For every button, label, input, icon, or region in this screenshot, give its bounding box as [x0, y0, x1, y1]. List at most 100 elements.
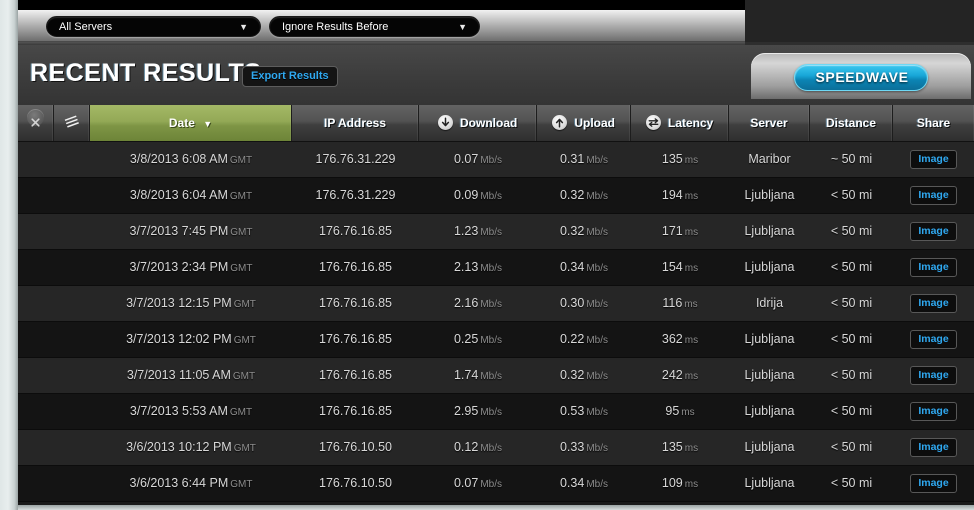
- share-image-button[interactable]: Image: [910, 222, 957, 241]
- page-bottom-edge: [18, 505, 974, 510]
- column-header-download[interactable]: Download: [419, 105, 537, 141]
- cell-download: 0.12 Mb/s: [453, 440, 502, 454]
- cell-download: 1.23 Mb/s: [453, 224, 502, 238]
- cell-distance: < 50 mi: [830, 440, 873, 454]
- row-spacer-left: [18, 178, 54, 213]
- row-spacer-left: [18, 142, 54, 177]
- cell-server: Ljubljana: [744, 440, 795, 454]
- share-image-button[interactable]: Image: [910, 258, 957, 277]
- table-row[interactable]: 3/7/2013 12:15 PM GMT 176.76.16.85 2.16 Mb/s…: [18, 286, 974, 322]
- cell-ip-address: 176.76.16.85: [319, 224, 392, 238]
- attach-results-button[interactable]: [54, 105, 90, 141]
- row-spacer-clip: [54, 394, 90, 429]
- cell-download: 2.95 Mb/s: [453, 404, 502, 418]
- row-spacer-left: [18, 322, 54, 357]
- table-row[interactable]: 3/8/2013 6:08 AM GMT 176.76.31.229 0.07 Mb/s…: [18, 142, 974, 178]
- column-header-upload[interactable]: Upload: [537, 105, 631, 141]
- cell-upload: 0.33 Mb/s: [559, 440, 608, 454]
- share-image-button[interactable]: Image: [910, 366, 957, 385]
- cell-server: Ljubljana: [744, 188, 795, 202]
- row-spacer-clip: [54, 178, 90, 213]
- cell-download: 0.07 Mb/s: [453, 152, 502, 166]
- cell-download: 0.07 Mb/s: [453, 476, 502, 490]
- cell-download: 2.13 Mb/s: [453, 260, 502, 274]
- cell-upload: 0.34 Mb/s: [559, 260, 608, 274]
- top-black-strip: [18, 0, 745, 10]
- cell-server: Ljubljana: [744, 404, 795, 418]
- cell-share: Image: [893, 142, 974, 177]
- cell-share: Image: [893, 430, 974, 465]
- column-header-download-label: Download: [460, 116, 518, 130]
- table-row[interactable]: 3/7/2013 2:34 PM GMT 176.76.16.85 2.13 Mb/s 0…: [18, 250, 974, 286]
- row-spacer-clip: [54, 250, 90, 285]
- table-row[interactable]: 3/6/2013 6:44 PM GMT 176.76.10.50 0.07 Mb/s 0…: [18, 466, 974, 502]
- cell-latency: 194 ms: [661, 188, 699, 202]
- column-header-latency-label: Latency: [667, 116, 714, 130]
- cell-server: Ljubljana: [744, 224, 795, 238]
- table-row[interactable]: 3/6/2013 10:12 PM GMT 176.76.10.50 0.12 Mb/s…: [18, 430, 974, 466]
- cell-date: 3/7/2013 11:05 AM GMT: [126, 368, 256, 382]
- cell-server: Ljubljana: [744, 368, 795, 382]
- latency-exchange-icon: [645, 115, 661, 130]
- cell-distance: < 50 mi: [830, 404, 873, 418]
- cell-share: Image: [893, 250, 974, 285]
- table-row[interactable]: 3/8/2013 6:04 AM GMT 176.76.31.229 0.09 Mb/s…: [18, 178, 974, 214]
- cell-ip-address: 176.76.16.85: [319, 368, 392, 382]
- column-header-share-label: Share: [916, 116, 951, 130]
- column-header-share[interactable]: Share: [893, 105, 974, 141]
- share-image-button[interactable]: Image: [910, 402, 957, 421]
- clear-results-button[interactable]: [18, 105, 54, 141]
- server-filter-dropdown[interactable]: All Servers ▼: [46, 16, 261, 37]
- cell-upload: 0.32 Mb/s: [559, 188, 608, 202]
- table-row[interactable]: 3/7/2013 11:05 AM GMT 176.76.16.85 1.74 Mb/s…: [18, 358, 974, 394]
- share-image-button[interactable]: Image: [910, 186, 957, 205]
- table-row[interactable]: 3/7/2013 5:53 AM GMT 176.76.16.85 2.95 Mb/s 0…: [18, 394, 974, 430]
- brand-plate: SPEEDWAVE: [751, 53, 971, 99]
- column-header-server[interactable]: Server: [729, 105, 810, 141]
- cell-upload: 0.32 Mb/s: [559, 224, 608, 238]
- row-spacer-clip: [54, 358, 90, 393]
- date-filter-dropdown[interactable]: Ignore Results Before ▼: [269, 16, 480, 37]
- export-results-button[interactable]: Export Results: [242, 66, 338, 87]
- row-spacer-left: [18, 286, 54, 321]
- share-image-button[interactable]: Image: [910, 474, 957, 493]
- cell-share: Image: [893, 358, 974, 393]
- top-right-background: [745, 0, 974, 42]
- cell-upload: 0.22 Mb/s: [559, 332, 608, 346]
- brand-label: SPEEDWAVE: [815, 69, 909, 85]
- panel-header: RECENT RESULTS Export Results SPEEDWAVE: [18, 45, 974, 105]
- column-header-latency[interactable]: Latency: [631, 105, 729, 141]
- table-body: 3/8/2013 6:08 AM GMT 176.76.31.229 0.07 Mb/s…: [18, 142, 974, 502]
- cell-ip-address: 176.76.31.229: [315, 152, 396, 166]
- column-header-ip-address[interactable]: IP Address: [292, 105, 419, 141]
- cell-ip-address: 176.76.16.85: [319, 296, 392, 310]
- share-image-button[interactable]: Image: [910, 438, 957, 457]
- cell-distance: < 50 mi: [830, 224, 873, 238]
- share-image-button[interactable]: Image: [910, 330, 957, 349]
- cell-server: Ljubljana: [744, 260, 795, 274]
- date-filter-label: Ignore Results Before: [282, 21, 389, 33]
- cell-latency: 109 ms: [661, 476, 699, 490]
- table-row[interactable]: 3/7/2013 7:45 PM GMT 176.76.16.85 1.23 Mb/s 0…: [18, 214, 974, 250]
- cell-download: 0.09 Mb/s: [453, 188, 502, 202]
- column-header-ip-address-label: IP Address: [323, 116, 387, 130]
- cell-server: Idrija: [755, 296, 784, 310]
- table-row[interactable]: 3/7/2013 12:02 PM GMT 176.76.16.85 0.25 Mb/s…: [18, 322, 974, 358]
- column-header-distance-label: Distance: [825, 116, 877, 130]
- cell-share: Image: [893, 394, 974, 429]
- speedwave-brand-button[interactable]: SPEEDWAVE: [794, 64, 928, 91]
- cell-server: Ljubljana: [744, 332, 795, 346]
- column-header-date[interactable]: Date ▼: [90, 105, 292, 141]
- cell-date: 3/8/2013 6:08 AM GMT: [129, 152, 253, 166]
- column-header-distance[interactable]: Distance: [810, 105, 893, 141]
- cell-date: 3/7/2013 5:53 AM GMT: [129, 404, 253, 418]
- cell-date: 3/7/2013 7:45 PM GMT: [129, 224, 253, 238]
- share-image-button[interactable]: Image: [910, 150, 957, 169]
- cell-ip-address: 176.76.10.50: [319, 440, 392, 454]
- results-table: Date ▼ IP Address Download Upload Latenc…: [18, 105, 974, 510]
- cell-latency: 95 ms: [665, 404, 695, 418]
- cell-ip-address: 176.76.16.85: [319, 332, 392, 346]
- cell-share: Image: [893, 178, 974, 213]
- share-image-button[interactable]: Image: [910, 294, 957, 313]
- upload-arrow-icon: [551, 115, 567, 130]
